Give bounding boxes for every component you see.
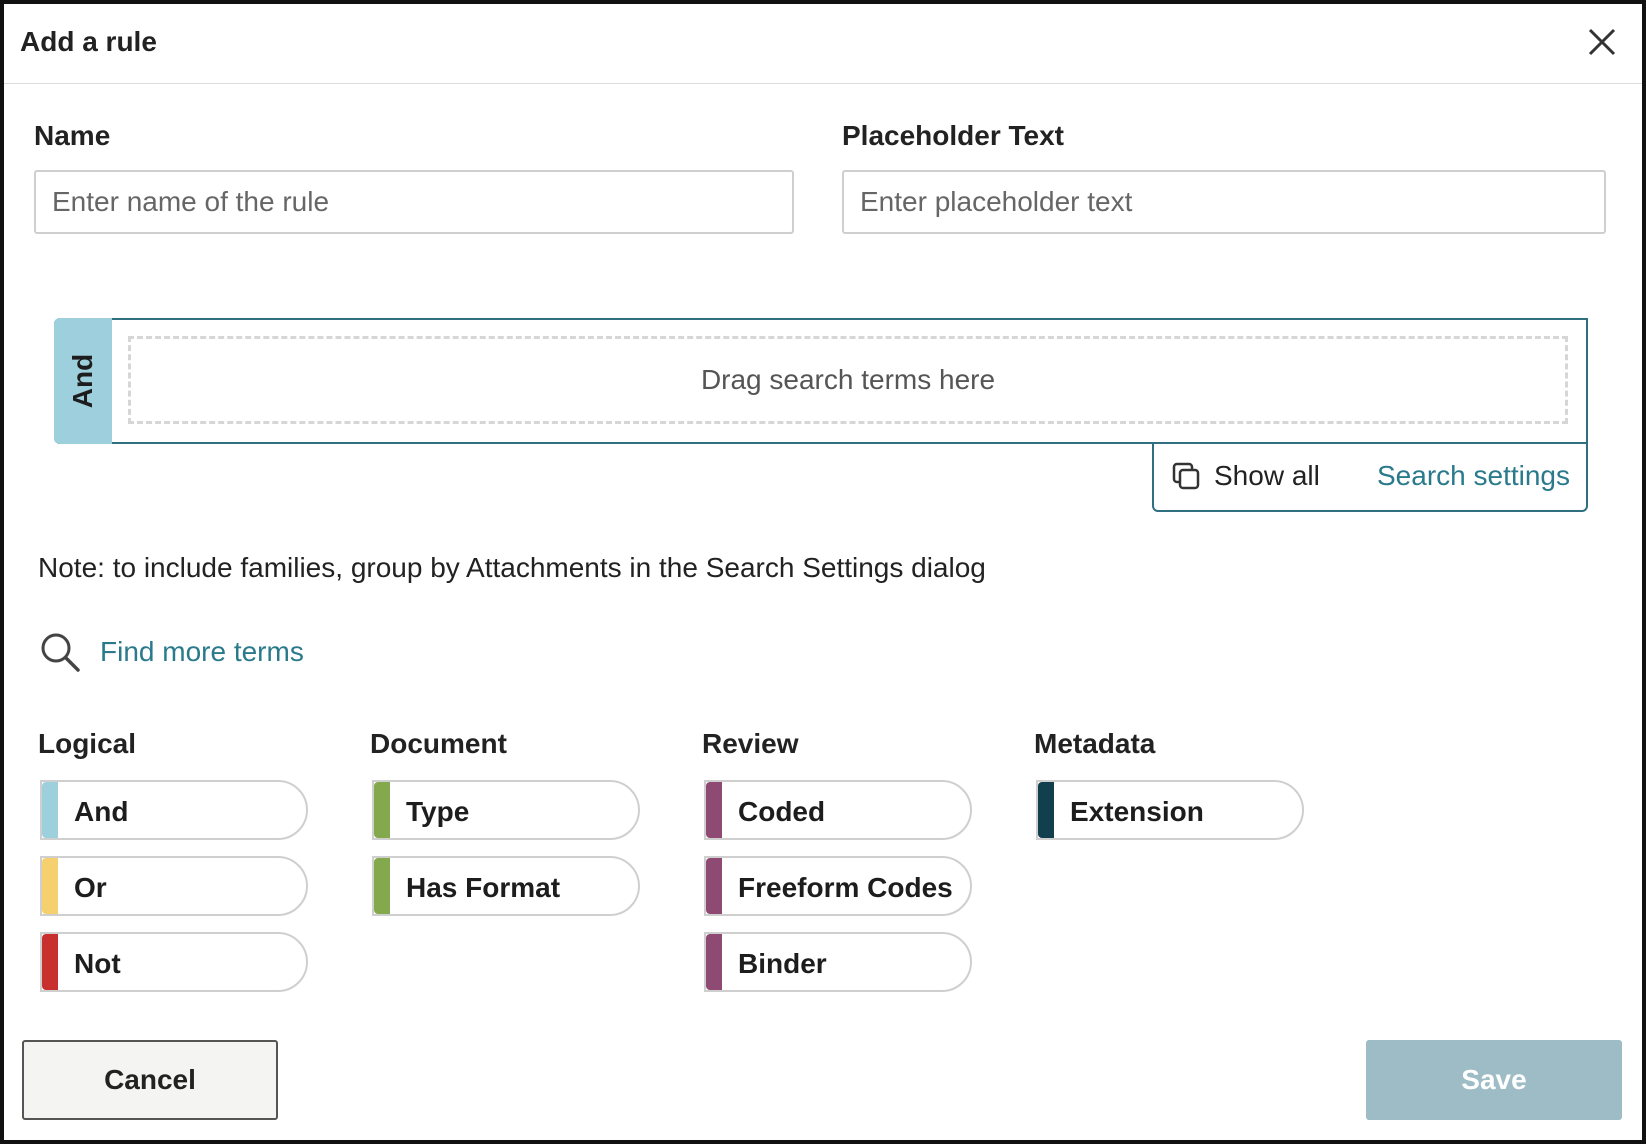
- term-label: Not: [74, 948, 121, 979]
- drop-hint: Drag search terms here: [700, 364, 996, 395]
- show-all-label: Show all: [1214, 460, 1320, 491]
- term-color-bar: [42, 858, 58, 914]
- search-icon: [41, 633, 80, 672]
- group-title-metadata: Metadata: [1034, 728, 1156, 759]
- search-settings-link[interactable]: Search settings: [1377, 460, 1570, 492]
- name-input[interactable]: [34, 170, 794, 234]
- name-label: Name: [34, 120, 111, 151]
- term-not[interactable]: Not: [40, 932, 308, 992]
- rule-builder: And Drag search terms here: [54, 318, 1588, 444]
- copy-icon: [1172, 462, 1200, 490]
- term-or[interactable]: Or: [40, 856, 308, 916]
- term-label: Binder: [738, 948, 827, 979]
- operator-label: And: [67, 353, 98, 409]
- dialog-title: Add a rule: [20, 26, 157, 57]
- group-title-document: Document: [370, 728, 507, 759]
- close-icon[interactable]: [1582, 22, 1622, 62]
- term-label: Coded: [738, 796, 826, 827]
- operator-tab-and[interactable]: And: [54, 318, 112, 444]
- cancel-button[interactable]: Cancel: [22, 1040, 278, 1120]
- term-color-bar: [706, 858, 722, 914]
- term-color-bar: [1038, 782, 1054, 838]
- term-color-bar: [374, 858, 390, 914]
- placeholder-text-label: Placeholder Text: [842, 120, 1065, 151]
- drop-area[interactable]: Drag search terms here: [128, 336, 1568, 424]
- term-has-format[interactable]: Has Format: [372, 856, 640, 916]
- term-color-bar: [706, 934, 722, 990]
- term-type[interactable]: Type: [372, 780, 640, 840]
- term-extension[interactable]: Extension: [1036, 780, 1304, 840]
- find-more-label: Find more terms: [100, 636, 304, 667]
- term-color-bar: [706, 782, 722, 838]
- term-label: Has Format: [406, 872, 561, 903]
- term-label: Type: [406, 796, 470, 827]
- term-color-bar: [42, 934, 58, 990]
- term-label: Or: [74, 872, 107, 903]
- show-all-button[interactable]: Show all: [1170, 460, 1320, 492]
- term-color-bar: [42, 782, 58, 838]
- term-label: Extension: [1070, 796, 1204, 827]
- dialog-header: Add a rule: [4, 4, 1642, 84]
- placeholder-text-input[interactable]: [842, 170, 1606, 234]
- term-binder[interactable]: Binder: [704, 932, 972, 992]
- group-title-logical: Logical: [38, 728, 137, 759]
- group-title-review: Review: [702, 728, 799, 759]
- add-rule-dialog: Add a rule Name Placeholder Text And Dra…: [0, 0, 1646, 1144]
- find-more-terms-link[interactable]: Find more terms: [38, 630, 304, 674]
- term-freeform-codes[interactable]: Freeform Codes: [704, 856, 972, 916]
- save-button[interactable]: Save: [1366, 1040, 1622, 1120]
- families-note: Note: to include families, group by Atta…: [38, 552, 986, 583]
- term-and[interactable]: And: [40, 780, 308, 840]
- term-label: And: [74, 796, 129, 827]
- term-label: Freeform Codes: [738, 872, 953, 903]
- builder-tools: Show all Search settings: [1152, 444, 1588, 512]
- term-coded[interactable]: Coded: [704, 780, 972, 840]
- term-color-bar: [374, 782, 390, 838]
